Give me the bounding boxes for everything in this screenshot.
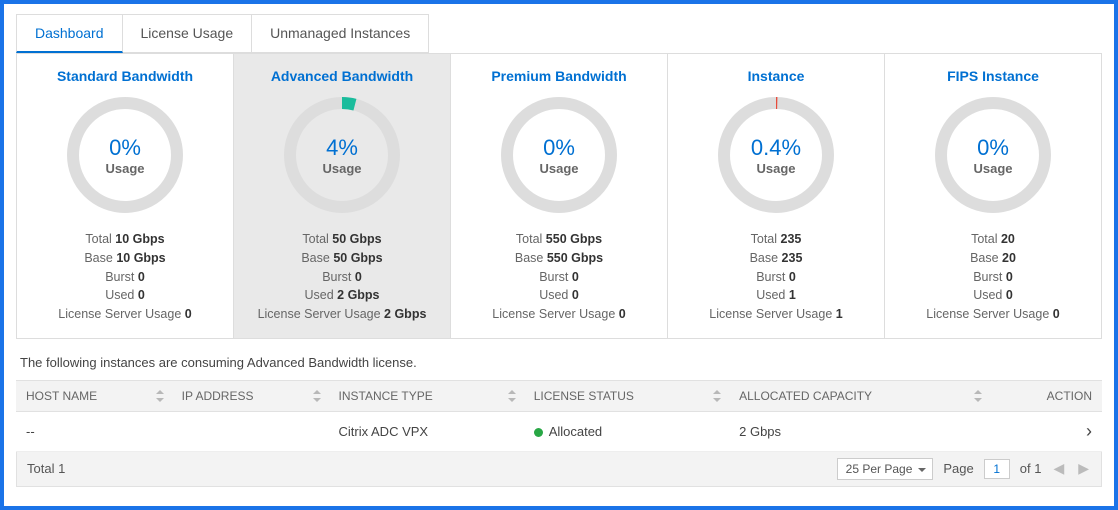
tab-dashboard[interactable]: Dashboard bbox=[16, 14, 123, 53]
usage-percent: 0.4% bbox=[751, 135, 801, 161]
usage-label: Usage bbox=[105, 161, 144, 176]
tabs: Dashboard License Usage Unmanaged Instan… bbox=[16, 14, 1102, 54]
card-stats: Total 550 GbpsBase 550 GbpsBurst 0Used 0… bbox=[459, 230, 659, 324]
table-description: The following instances are consuming Ad… bbox=[20, 355, 1098, 370]
col-ip-address[interactable]: IP ADDRESS bbox=[172, 380, 329, 411]
sort-icon[interactable] bbox=[508, 390, 516, 402]
usage-donut: 0%Usage bbox=[928, 90, 1058, 220]
total-count: Total 1 bbox=[27, 461, 65, 476]
card-stats: Total 235Base 235Burst 0Used 1License Se… bbox=[676, 230, 876, 324]
card-instance[interactable]: Instance 0.4%Usage Total 235Base 235Burst … bbox=[668, 54, 885, 338]
page-label: Page bbox=[943, 461, 973, 476]
sort-icon[interactable] bbox=[313, 390, 321, 402]
table-row[interactable]: -- Citrix ADC VPXAllocated2 Gbps› bbox=[16, 411, 1102, 451]
card-title: Instance bbox=[676, 68, 876, 84]
usage-percent: 0% bbox=[543, 135, 575, 161]
cell-capacity: 2 Gbps bbox=[729, 411, 990, 451]
cell-ip bbox=[172, 411, 329, 451]
card-title: Advanced Bandwidth bbox=[242, 68, 442, 84]
page-input[interactable] bbox=[984, 459, 1010, 479]
pager: 25 Per Page Page of 1 ◀ ▶ bbox=[837, 458, 1091, 480]
card-stats: Total 50 GbpsBase 50 GbpsBurst 0Used 2 G… bbox=[242, 230, 442, 324]
table-footer: Total 1 25 Per Page Page of 1 ◀ ▶ bbox=[16, 452, 1102, 487]
row-action-button[interactable]: › bbox=[990, 411, 1102, 451]
tab-unmanaged-instances[interactable]: Unmanaged Instances bbox=[252, 14, 429, 53]
card-advanced-bandwidth[interactable]: Advanced Bandwidth 4%Usage Total 50 GbpsBa… bbox=[234, 54, 451, 338]
card-stats: Total 10 GbpsBase 10 GbpsBurst 0Used 0Li… bbox=[25, 230, 225, 324]
cell-status: Allocated bbox=[524, 411, 729, 451]
usage-percent: 4% bbox=[326, 135, 358, 161]
usage-donut: 0%Usage bbox=[60, 90, 190, 220]
prev-page-button[interactable]: ◀ bbox=[1051, 460, 1066, 477]
usage-percent: 0% bbox=[977, 135, 1009, 161]
per-page-select[interactable]: 25 Per Page bbox=[837, 458, 934, 480]
instances-table: HOST NAME IP ADDRESS INSTANCE TYPE LICEN… bbox=[16, 380, 1102, 452]
of-label: of 1 bbox=[1020, 461, 1042, 476]
cards-row: Standard Bandwidth0%UsageTotal 10 GbpsBa… bbox=[16, 54, 1102, 339]
col-allocated-capacity[interactable]: ALLOCATED CAPACITY bbox=[729, 380, 990, 411]
usage-percent: 0% bbox=[109, 135, 141, 161]
card-premium-bandwidth[interactable]: Premium Bandwidth 0%Usage Total 550 GbpsBa… bbox=[451, 54, 668, 338]
cell-host: -- bbox=[16, 411, 172, 451]
usage-donut: 4%Usage bbox=[277, 90, 407, 220]
usage-donut: 0.4%Usage bbox=[711, 90, 841, 220]
col-license-status[interactable]: LICENSE STATUS bbox=[524, 380, 729, 411]
usage-donut: 0%Usage bbox=[494, 90, 624, 220]
card-standard-bandwidth[interactable]: Standard Bandwidth 0%Usage Total 10 GbpsBa… bbox=[17, 54, 234, 338]
sort-icon[interactable] bbox=[974, 390, 982, 402]
sort-icon[interactable] bbox=[713, 390, 721, 402]
col-instance-type[interactable]: INSTANCE TYPE bbox=[329, 380, 524, 411]
card-title: Premium Bandwidth bbox=[459, 68, 659, 84]
tab-license-usage[interactable]: License Usage bbox=[123, 14, 253, 53]
card-title: Standard Bandwidth bbox=[25, 68, 225, 84]
card-title: FIPS Instance bbox=[893, 68, 1093, 84]
usage-label: Usage bbox=[756, 161, 795, 176]
usage-label: Usage bbox=[973, 161, 1012, 176]
usage-label: Usage bbox=[322, 161, 361, 176]
col-host-name[interactable]: HOST NAME bbox=[16, 380, 172, 411]
card-fips-instance[interactable]: FIPS Instance 0%Usage Total 20Base 20Burst… bbox=[885, 54, 1101, 338]
cell-type: Citrix ADC VPX bbox=[329, 411, 524, 451]
col-action: ACTION bbox=[990, 380, 1102, 411]
status-dot-icon bbox=[534, 428, 543, 437]
usage-label: Usage bbox=[539, 161, 578, 176]
table-header-row: HOST NAME IP ADDRESS INSTANCE TYPE LICEN… bbox=[16, 380, 1102, 411]
next-page-button[interactable]: ▶ bbox=[1076, 460, 1091, 477]
card-stats: Total 20Base 20Burst 0Used 0License Serv… bbox=[893, 230, 1093, 324]
sort-icon[interactable] bbox=[156, 390, 164, 402]
